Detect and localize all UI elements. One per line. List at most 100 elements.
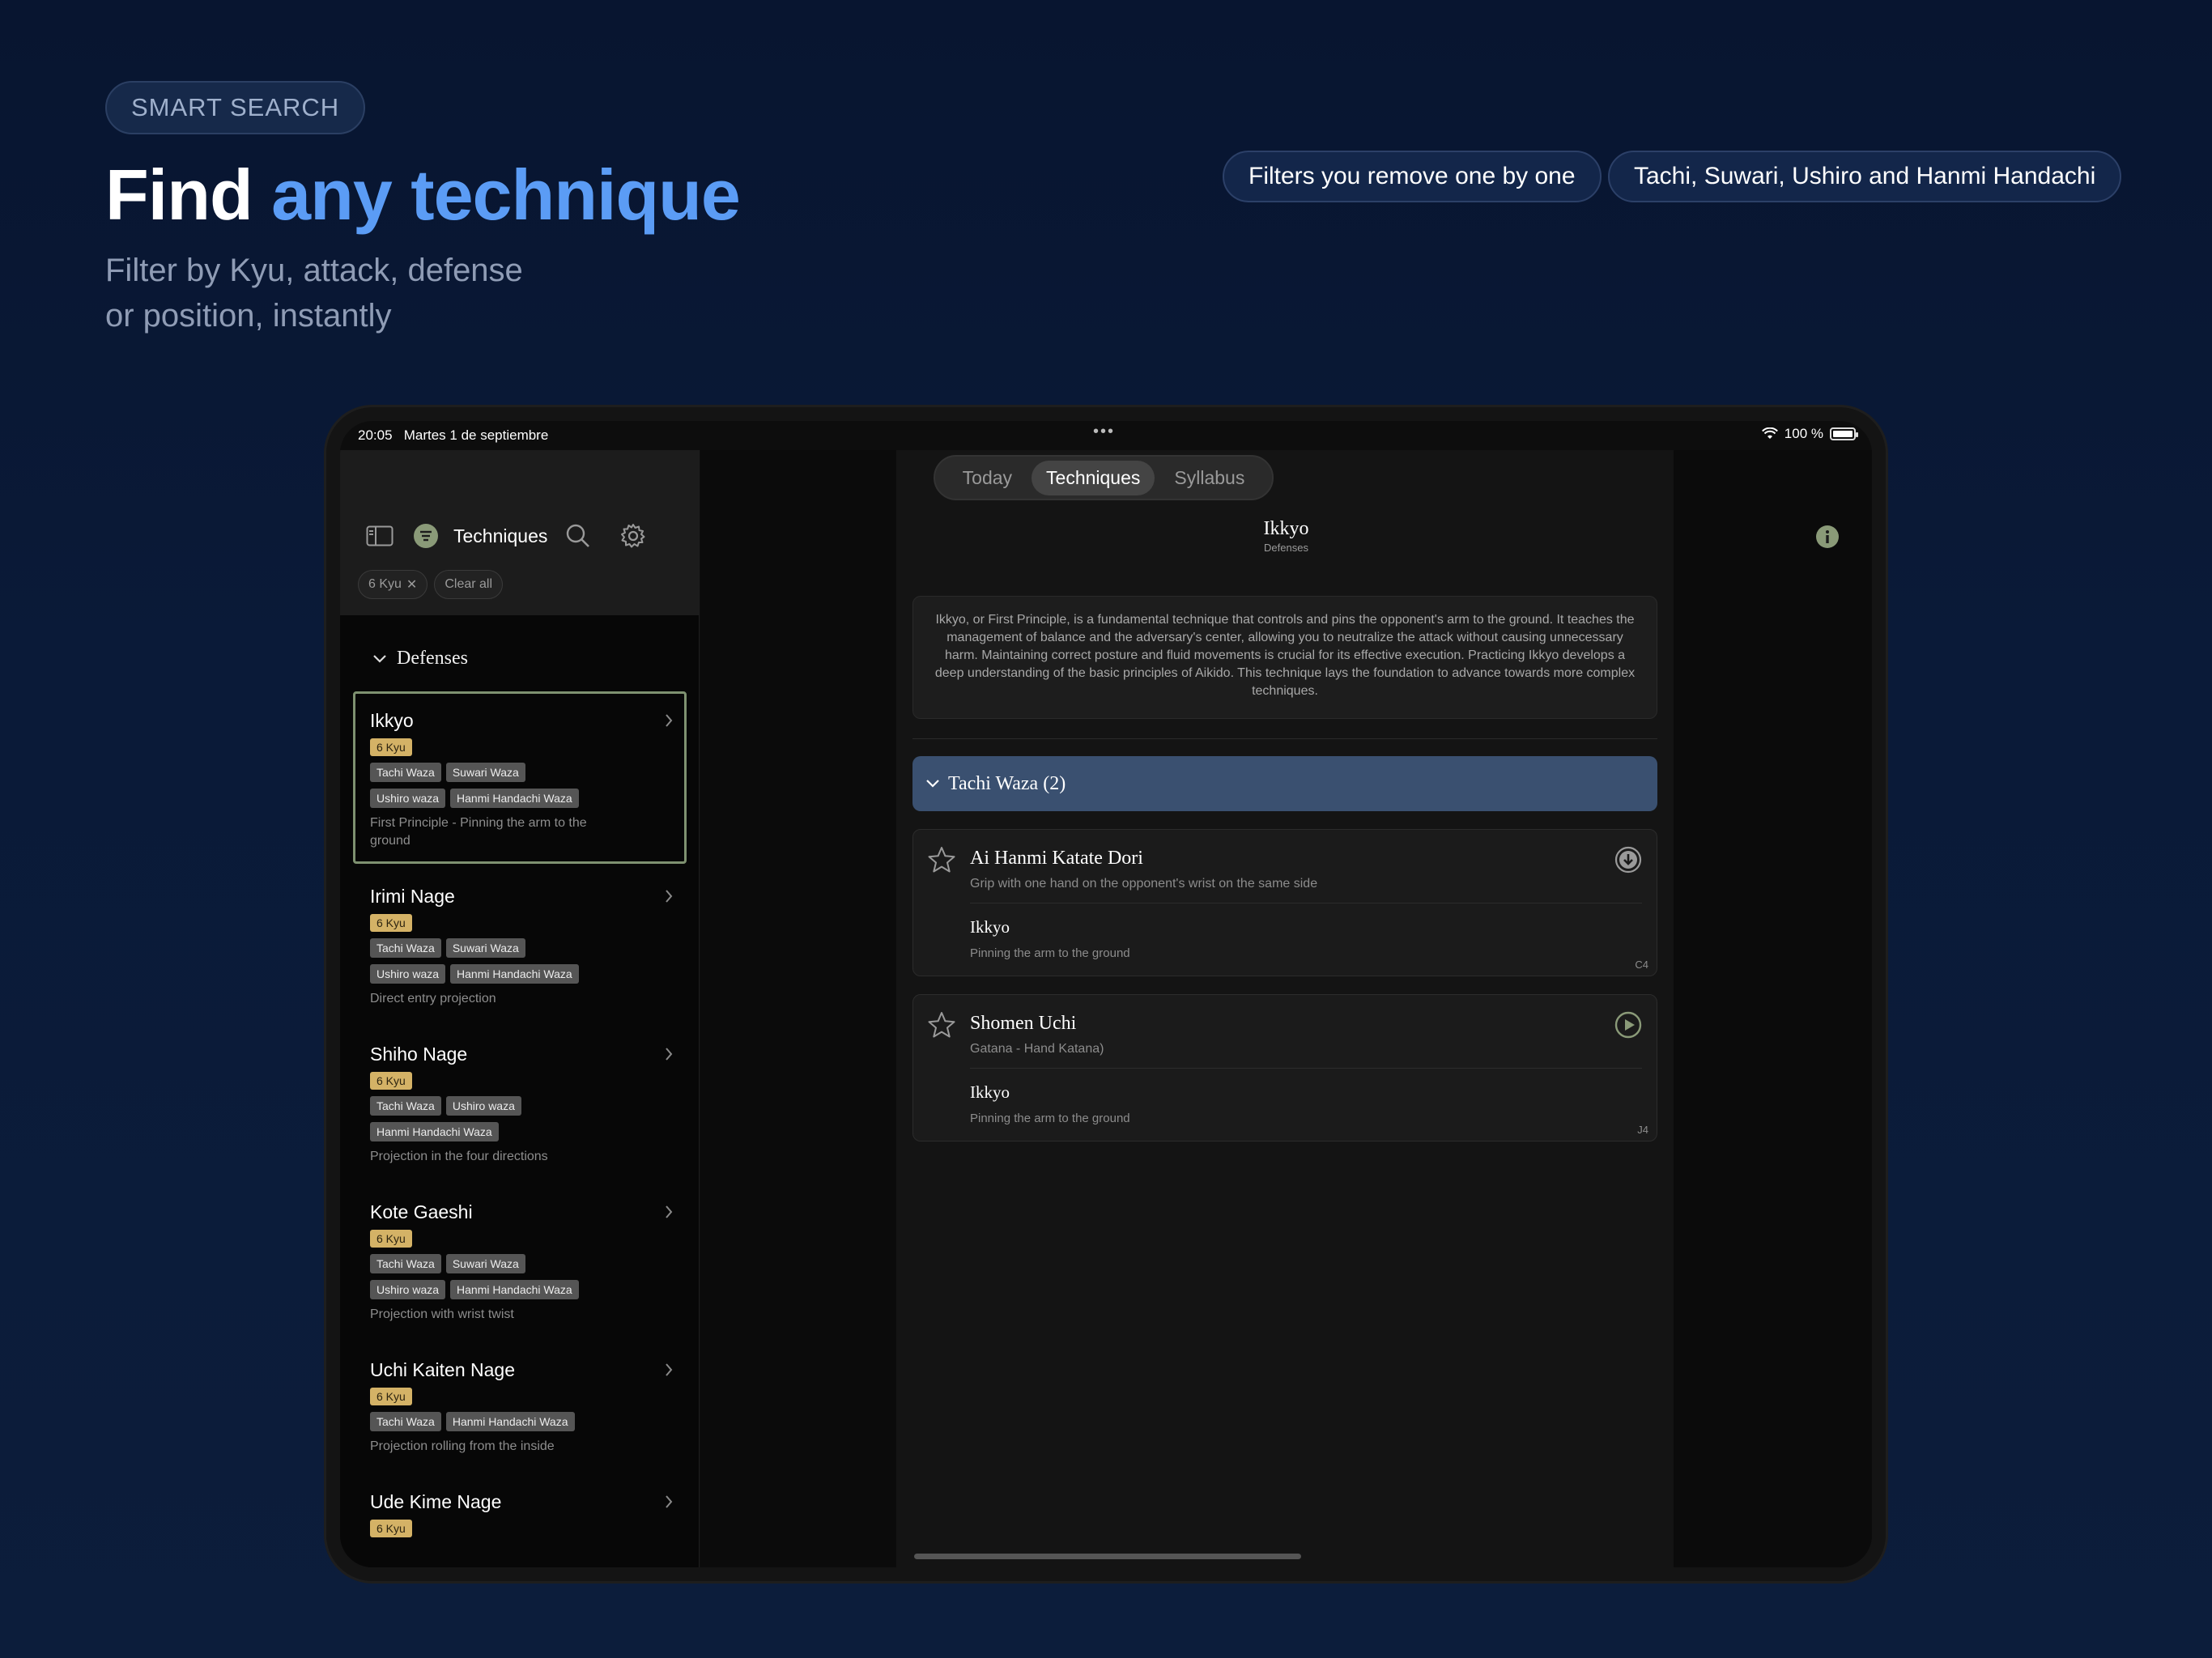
- tag: Ushiro waza: [370, 1280, 446, 1299]
- tag: Ushiro waza: [370, 964, 446, 984]
- defense-desc: Pinning the arm to the ground: [970, 1112, 1130, 1125]
- technique-item-uchi-kaiten-nage[interactable]: Uchi Kaiten Nage 6 Kyu Tachi Waza Hanmi H…: [353, 1341, 687, 1469]
- card-separator: [970, 1068, 1642, 1069]
- tag: Suwari Waza: [445, 1254, 525, 1273]
- technique-item-ikkyo[interactable]: Ikkyo 6 Kyu Tachi Waza Suwari Waza Ushiro…: [353, 691, 687, 864]
- play-icon[interactable]: [1614, 1011, 1642, 1039]
- detail-pane: Today Techniques Syllabus Ikkyo Defenses…: [700, 450, 1872, 1567]
- tab-bar: Today Techniques Syllabus: [934, 455, 1274, 500]
- sidebar-toggle-icon[interactable]: [366, 525, 393, 546]
- technique-name: Ikkyo: [370, 710, 414, 731]
- chevron-right-icon: [666, 890, 673, 903]
- section-defenses[interactable]: Defenses: [372, 648, 468, 670]
- technique-name: Uchi Kaiten Nage: [370, 1359, 515, 1380]
- technique-list: Ikkyo 6 Kyu Tachi Waza Suwari Waza Ushiro…: [353, 691, 687, 1561]
- battery-percent: 100 %: [1784, 426, 1823, 441]
- technique-name: Irimi Nage: [370, 886, 455, 907]
- kyu-badge: 6 Kyu: [370, 1072, 412, 1090]
- info-icon[interactable]: [1815, 525, 1840, 553]
- status-time: 20:05: [358, 427, 393, 443]
- smart-search-badge: SMART SEARCH: [105, 81, 366, 134]
- gear-icon[interactable]: [620, 523, 646, 549]
- tag: Tachi Waza: [370, 1254, 441, 1273]
- card-code: C4: [1635, 959, 1648, 971]
- feature-pill-positions: Tachi, Suwari, Ushiro and Hanmi Handachi: [1608, 151, 2122, 202]
- tag: Hanmi Handachi Waza: [370, 1122, 499, 1141]
- kyu-badge: 6 Kyu: [370, 914, 412, 932]
- tab-today[interactable]: Today: [948, 461, 1027, 495]
- star-icon[interactable]: [928, 846, 955, 874]
- technique-name: Kote Gaeshi: [370, 1201, 473, 1222]
- kyu-badge: 6 Kyu: [370, 1230, 412, 1248]
- sidebar: Techniques 6 Kyu ✕ Clear all Defenses Ikk…: [340, 450, 700, 1567]
- tag: Hanmi Handachi Waza: [450, 1280, 579, 1299]
- hero-title-plain: Find: [105, 155, 272, 235]
- tag: Tachi Waza: [370, 1096, 441, 1116]
- filter-chips: 6 Kyu ✕ Clear all: [358, 570, 504, 599]
- tag: Hanmi Handachi Waza: [450, 964, 579, 984]
- technique-item-irimi-nage[interactable]: Irimi Nage 6 Kyu Tachi Waza Suwari Waza U…: [353, 867, 687, 1022]
- scroll-indicator[interactable]: [914, 1554, 1301, 1559]
- filter-chip-kyu[interactable]: 6 Kyu ✕: [358, 570, 428, 599]
- attack-subtitle: Grip with one hand on the opponent's wri…: [970, 877, 1318, 891]
- search-icon[interactable]: [565, 523, 591, 549]
- sidebar-title: Techniques: [453, 525, 548, 546]
- chevron-right-icon: [666, 1363, 673, 1376]
- attack-title: Ai Hanmi Katate Dori: [970, 848, 1143, 869]
- technique-desc: Projection in the four directions: [370, 1150, 548, 1163]
- detail-header: Ikkyo Defenses: [700, 518, 1872, 554]
- technique-description: Ikkyo, or First Principle, is a fundamen…: [912, 596, 1657, 719]
- kyu-badge: 6 Kyu: [370, 1520, 412, 1537]
- card-code: J4: [1637, 1124, 1648, 1136]
- technique-desc: First Principle - Pinning the arm to the…: [370, 816, 587, 848]
- technique-item-ude-kime-nage[interactable]: Ude Kime Nage 6 Kyu: [353, 1473, 687, 1558]
- kyu-badge: 6 Kyu: [370, 1388, 412, 1405]
- download-icon[interactable]: [1614, 846, 1642, 874]
- multitask-dots-icon[interactable]: •••: [1093, 423, 1115, 441]
- technique-name: Ude Kime Nage: [370, 1491, 502, 1512]
- tablet-screen: 20:05 Martes 1 de septiembre ••• 100 % T…: [340, 421, 1872, 1567]
- technique-desc: Direct entry projection: [370, 992, 496, 1005]
- status-bar: 20:05 Martes 1 de septiembre ••• 100 %: [340, 421, 1872, 450]
- tab-techniques[interactable]: Techniques: [1032, 460, 1155, 495]
- attack-card-shomen-uchi[interactable]: Shomen Uchi Gatana - Hand Katana) Ikkyo …: [912, 994, 1657, 1141]
- technique-name: Shiho Nage: [370, 1044, 468, 1065]
- technique-item-shiho-nage[interactable]: Shiho Nage 6 Kyu Tachi Waza Ushiro waza H…: [353, 1025, 687, 1180]
- star-icon[interactable]: [928, 1011, 955, 1039]
- defense-desc: Pinning the arm to the ground: [970, 946, 1130, 960]
- tab-syllabus[interactable]: Syllabus: [1159, 461, 1259, 495]
- wifi-icon: [1761, 427, 1778, 439]
- divider: [912, 738, 1657, 739]
- chevron-right-icon: [666, 1205, 673, 1218]
- sidebar-toolbar: Techniques: [366, 521, 646, 551]
- filter-icon[interactable]: [413, 523, 439, 549]
- detail-title: Ikkyo: [1263, 518, 1309, 539]
- chevron-down-icon: [926, 780, 939, 788]
- sidebar-header: Techniques 6 Kyu ✕ Clear all: [340, 450, 699, 615]
- filter-chip-label: 6 Kyu: [368, 577, 402, 591]
- technique-desc: Projection rolling from the inside: [370, 1439, 555, 1453]
- tag: Tachi Waza: [370, 938, 441, 958]
- tag: Ushiro waza: [370, 789, 446, 808]
- section-title: Defenses: [397, 648, 468, 669]
- tag: Suwari Waza: [445, 763, 525, 782]
- hero-subtitle-line2: or position, instantly: [105, 298, 392, 334]
- chevron-right-icon: [666, 1495, 673, 1508]
- attack-card-ai-hanmi-katate-dori[interactable]: Ai Hanmi Katate Dori Grip with one hand …: [912, 829, 1657, 976]
- detail-subtitle: Defenses: [1264, 542, 1308, 554]
- feature-pill-filters: Filters you remove one by one: [1223, 151, 1602, 202]
- battery-fill: [1833, 431, 1853, 437]
- status-right: 100 %: [1761, 426, 1858, 442]
- hero-title-accent: any technique: [271, 155, 741, 235]
- tag: Ushiro waza: [445, 1096, 521, 1116]
- attack-title: Shomen Uchi: [970, 1013, 1077, 1034]
- remove-filter-icon[interactable]: ✕: [406, 576, 417, 593]
- hero-title: Find any technique: [105, 154, 741, 236]
- defense-name: Ikkyo: [970, 1082, 1010, 1102]
- clear-all-button[interactable]: Clear all: [434, 570, 504, 599]
- battery-icon: [1830, 427, 1858, 440]
- technique-item-kote-gaeshi[interactable]: Kote Gaeshi 6 Kyu Tachi Waza Suwari Waza …: [353, 1183, 687, 1337]
- status-time-date: 20:05 Martes 1 de septiembre: [358, 427, 548, 444]
- group-header-tachi-waza[interactable]: Tachi Waza (2): [912, 756, 1657, 811]
- tag: Hanmi Handachi Waza: [445, 1412, 575, 1431]
